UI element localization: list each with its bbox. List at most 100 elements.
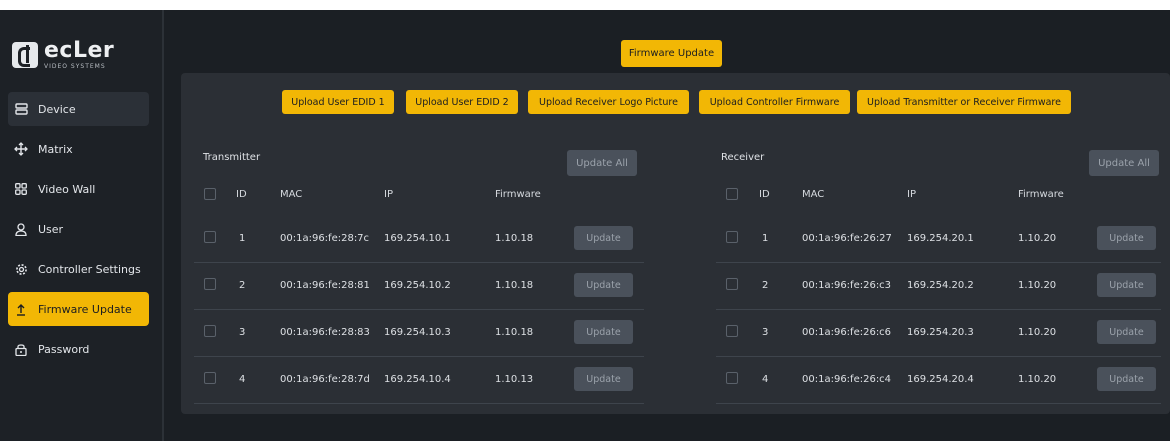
sidebar-item-user[interactable]: User (8, 212, 149, 246)
row-checkbox[interactable] (204, 278, 216, 290)
receiver-header-ip: IP (907, 189, 916, 200)
row-ip: 169.254.20.3 (907, 327, 974, 338)
receiver-header-firmware: Firmware (1018, 189, 1064, 200)
transmitter-select-all-checkbox[interactable] (204, 188, 216, 200)
row-ip: 169.254.20.2 (907, 280, 974, 291)
upload-tx-rx-firmware-button[interactable]: Upload Transmitter or Receiver Firmware (857, 90, 1071, 114)
row-mac: 00:1a:96:fe:28:7c (280, 233, 370, 244)
row-update-button[interactable]: Update (574, 226, 633, 250)
row-id: 3 (762, 327, 769, 338)
row-ip: 169.254.10.4 (384, 374, 451, 385)
sidebar-item-label: Video Wall (38, 182, 96, 196)
row-firmware: 1.10.20 (1018, 374, 1057, 385)
receiver-title: Receiver (721, 152, 765, 163)
row-update-button[interactable]: Update (1097, 273, 1156, 297)
row-ip: 169.254.10.2 (384, 280, 451, 291)
row-firmware: 1.10.18 (495, 327, 534, 338)
sidebar-item-password[interactable]: Password (8, 332, 149, 366)
row-mac: 00:1a:96:fe:26:c4 (802, 374, 892, 385)
row-ip: 169.254.20.1 (907, 233, 974, 244)
row-firmware: 1.10.20 (1018, 233, 1057, 244)
gear-icon (14, 262, 28, 276)
logo-mark (12, 42, 38, 68)
row-id: 2 (762, 280, 769, 291)
row-firmware: 1.10.20 (1018, 280, 1057, 291)
row-firmware: 1.10.18 (495, 280, 534, 291)
row-checkbox[interactable] (726, 278, 738, 290)
row-mac: 00:1a:96:fe:26:c3 (802, 280, 892, 291)
transmitter-header-id: ID (236, 189, 247, 200)
sidebar-item-controller-settings[interactable]: Controller Settings (8, 252, 149, 286)
row-checkbox[interactable] (204, 325, 216, 337)
row-update-button[interactable]: Update (574, 367, 633, 391)
logo-subtitle: VIDEO SYSTEMS (44, 63, 106, 70)
row-mac: 00:1a:96:fe:26:27 (802, 233, 892, 244)
row-divider (194, 309, 644, 310)
row-divider (716, 356, 1161, 357)
row-id: 1 (239, 233, 246, 244)
app-window: ecLer VIDEO SYSTEMS Device Matrix Video … (0, 10, 1170, 441)
row-mac: 00:1a:96:fe:28:83 (280, 327, 370, 338)
row-firmware: 1.10.18 (495, 233, 534, 244)
row-divider (194, 356, 644, 357)
server-icon (14, 102, 28, 116)
lock-icon (14, 342, 28, 356)
row-divider (716, 309, 1161, 310)
row-id: 4 (239, 374, 246, 385)
upload-icon (14, 302, 28, 316)
firmware-panel: Upload User EDID 1 Upload User EDID 2 Up… (181, 73, 1170, 414)
row-mac: 00:1a:96:fe:26:c6 (802, 327, 892, 338)
logo-brand: ecLer (44, 38, 115, 63)
row-firmware: 1.10.13 (495, 374, 534, 385)
receiver-header-id: ID (759, 189, 770, 200)
logo: ecLer VIDEO SYSTEMS (12, 38, 115, 70)
row-checkbox[interactable] (204, 372, 216, 384)
sidebar-item-label: User (38, 222, 64, 236)
sidebar-item-matrix[interactable]: Matrix (8, 132, 149, 166)
row-update-button[interactable]: Update (574, 273, 633, 297)
upload-controller-firmware-button[interactable]: Upload Controller Firmware (699, 90, 850, 114)
row-firmware: 1.10.20 (1018, 327, 1057, 338)
transmitter-header-mac: MAC (280, 189, 303, 200)
sidebar-item-label: Matrix (38, 142, 73, 156)
upload-receiver-logo-button[interactable]: Upload Receiver Logo Picture (528, 90, 689, 114)
row-checkbox[interactable] (726, 372, 738, 384)
row-divider (194, 403, 644, 404)
transmitter-title: Transmitter (203, 152, 261, 163)
upload-user-edid-2-button[interactable]: Upload User EDID 2 (406, 90, 518, 114)
receiver-update-all-button[interactable]: Update All (1089, 150, 1159, 176)
transmitter-header-firmware: Firmware (495, 189, 541, 200)
row-mac: 00:1a:96:fe:28:81 (280, 280, 370, 291)
row-checkbox[interactable] (726, 231, 738, 243)
row-update-button[interactable]: Update (1097, 367, 1156, 391)
row-update-button[interactable]: Update (1097, 320, 1156, 344)
row-id: 4 (762, 374, 769, 385)
arrows-icon (14, 142, 28, 156)
sidebar-item-video-wall[interactable]: Video Wall (8, 172, 149, 206)
sidebar-item-label: Controller Settings (38, 262, 141, 276)
sidebar: ecLer VIDEO SYSTEMS Device Matrix Video … (0, 10, 164, 441)
row-ip: 169.254.20.4 (907, 374, 974, 385)
upload-user-edid-1-button[interactable]: Upload User EDID 1 (282, 90, 394, 114)
row-id: 3 (239, 327, 246, 338)
row-checkbox[interactable] (726, 325, 738, 337)
row-id: 2 (239, 280, 246, 291)
grid-icon (14, 182, 28, 196)
row-id: 1 (762, 233, 769, 244)
sidebar-item-device[interactable]: Device (8, 92, 149, 126)
row-update-button[interactable]: Update (1097, 226, 1156, 250)
main-content: Firmware Update Upload User EDID 1 Uploa… (164, 10, 1170, 441)
transmitter-update-all-button[interactable]: Update All (567, 150, 637, 176)
firmware-update-tab-button[interactable]: Firmware Update (621, 40, 722, 67)
row-divider (716, 262, 1161, 263)
receiver-header-mac: MAC (802, 189, 825, 200)
receiver-select-all-checkbox[interactable] (726, 188, 738, 200)
user-icon (14, 222, 28, 236)
sidebar-item-label: Device (38, 102, 76, 116)
sidebar-item-firmware-update[interactable]: Firmware Update (8, 292, 149, 326)
row-ip: 169.254.10.3 (384, 327, 451, 338)
row-divider (194, 262, 644, 263)
row-update-button[interactable]: Update (574, 320, 633, 344)
row-checkbox[interactable] (204, 231, 216, 243)
row-mac: 00:1a:96:fe:28:7d (280, 374, 370, 385)
